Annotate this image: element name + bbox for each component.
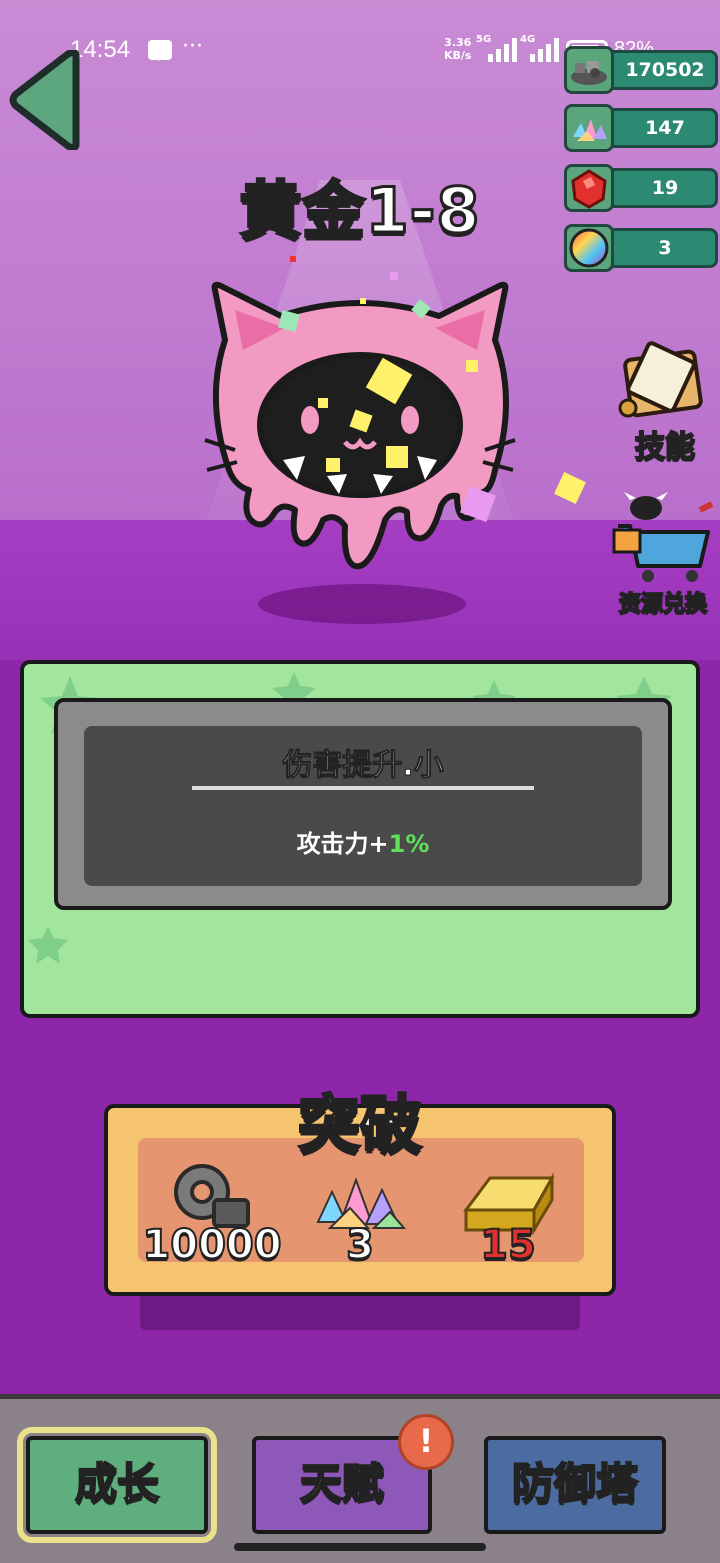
- cost-gear-parts: 10000: [141, 1160, 283, 1280]
- stage-title: 黄金1-8: [238, 173, 481, 249]
- skills-label: 技能: [634, 429, 696, 466]
- network-speed: 3.36 KB/s: [444, 36, 471, 62]
- upgrade-info-panel: 伤害提升.小 攻击力+1%: [20, 660, 700, 1018]
- speed-value: 3.36: [444, 36, 472, 49]
- crystal-shards-icon: [564, 104, 614, 152]
- confetti: [290, 256, 296, 262]
- divider: [192, 786, 534, 790]
- speed-unit: KB/s: [444, 49, 472, 62]
- more-icon: ···: [182, 34, 203, 59]
- cost-value: 10000: [141, 1221, 282, 1269]
- exchange-label: 资源兑换: [618, 591, 708, 618]
- breakthrough-shadow: [140, 1290, 580, 1330]
- scroll-icon: [618, 341, 703, 418]
- confetti: [360, 298, 366, 304]
- shopping-cart-icon: [612, 492, 714, 582]
- back-arrow-icon: [9, 48, 80, 152]
- home-indicator[interactable]: [234, 1543, 486, 1551]
- cost-crystals: 3: [290, 1160, 430, 1280]
- resource-crystals: 147: [564, 104, 718, 152]
- tab-defense-tower[interactable]: 防御塔: [484, 1436, 666, 1534]
- resource-exchange-button[interactable]: 资源兑换: [608, 490, 718, 618]
- upgrade-effect: 攻击力+1%: [84, 824, 642, 859]
- resource-scrap: 170502: [564, 46, 718, 94]
- confetti: [386, 446, 408, 468]
- breakthrough-title: 突破: [296, 1087, 423, 1163]
- cost-gold-bar: 15: [438, 1160, 578, 1280]
- confetti: [318, 398, 328, 408]
- upgrade-name: 伤害提升.小: [282, 748, 444, 784]
- signal-icon-2: [526, 38, 560, 62]
- confetti: [390, 272, 398, 280]
- upgrade-info-content: 伤害提升.小 攻击力+1%: [84, 726, 642, 886]
- tab-growth[interactable]: 成长: [17, 1427, 217, 1543]
- confetti: [326, 458, 340, 472]
- alert-badge-icon: !: [398, 1414, 454, 1470]
- upgrade-info-frame: 伤害提升.小 攻击力+1%: [54, 698, 672, 910]
- effect-value: 1%: [388, 830, 430, 858]
- effect-label: 攻击力+: [296, 830, 389, 858]
- skills-button[interactable]: 技能: [610, 340, 720, 466]
- scrap-pile-icon: [564, 46, 614, 94]
- signal-icon: [484, 38, 518, 62]
- monster-shadow: [258, 584, 466, 624]
- cost-value: 3: [345, 1221, 375, 1269]
- message-icon: [148, 40, 172, 61]
- cost-value-insufficient: 15: [479, 1221, 537, 1269]
- confetti: [466, 360, 478, 372]
- back-button[interactable]: [6, 48, 86, 152]
